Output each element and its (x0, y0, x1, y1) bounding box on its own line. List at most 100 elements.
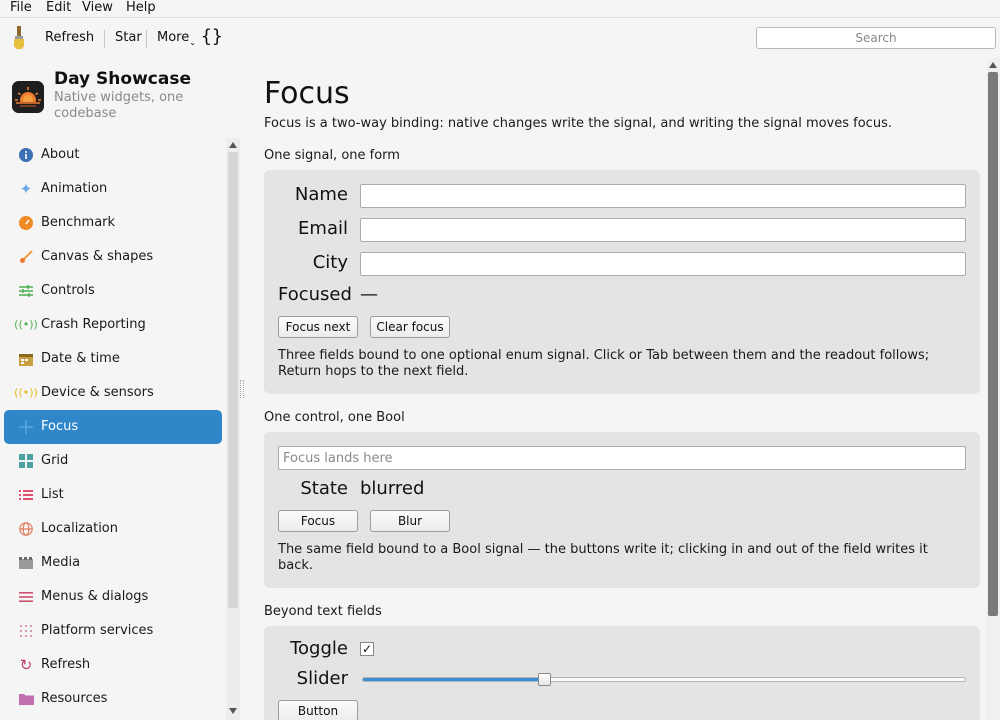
more-button[interactable]: More⌄ (157, 30, 196, 51)
sidebar: Day Showcase Native widgets, one codebas… (0, 58, 242, 720)
sidebar-item-list[interactable]: List (4, 478, 222, 512)
bool-note: The same field bound to a Bool signal — … (278, 542, 928, 573)
clear-focus-button[interactable]: Clear focus (370, 316, 450, 338)
focused-label: Focused (278, 284, 352, 305)
app-logo-icon (12, 81, 44, 113)
name-field[interactable] (360, 184, 966, 208)
slider-fill (363, 678, 544, 681)
slider-label: Slider (296, 668, 348, 689)
toggle-checkbox[interactable]: ✓ (360, 642, 374, 656)
paint-brush-icon[interactable] (10, 26, 28, 50)
sidebar-item-label: Date & time (41, 351, 120, 366)
sidebar-splitter-handle[interactable] (240, 380, 244, 398)
globe-icon (18, 521, 34, 537)
main-content: Focus Focus is a two-way binding: native… (248, 58, 986, 720)
sidebar-item-refresh[interactable]: ↻ Refresh (4, 648, 222, 682)
info-icon (18, 147, 34, 163)
sidebar-item-label: Crash Reporting (41, 317, 146, 332)
menu-edit[interactable]: Edit (46, 0, 71, 16)
focus-target-field[interactable] (278, 446, 966, 470)
app-title: Day Showcase (54, 69, 191, 89)
menu-help[interactable]: Help (126, 0, 156, 16)
refresh-icon: ↻ (19, 656, 33, 674)
sidebar-scroll-thumb[interactable] (228, 152, 238, 608)
section-title-form: One signal, one form (264, 148, 400, 163)
sidebar-item-label: Controls (41, 283, 95, 298)
plain-button[interactable]: Button (278, 700, 358, 720)
sidebar-item-label: Animation (41, 181, 108, 196)
sidebar-item-about[interactable]: About (4, 138, 222, 172)
crosshair-icon (18, 419, 34, 435)
calendar-icon (18, 351, 34, 367)
slider-track[interactable] (362, 673, 966, 686)
folder-icon (18, 691, 34, 707)
sidebar-item-label: Media (41, 555, 81, 570)
toggle-label: Toggle (290, 638, 348, 659)
scroll-up-icon[interactable] (989, 62, 997, 68)
main-scroll-thumb[interactable] (988, 72, 998, 616)
sidebar-item-label: Benchmark (41, 215, 116, 230)
sidebar-item-resources[interactable]: Resources (4, 682, 222, 716)
sidebar-item-label: Canvas & shapes (41, 249, 154, 264)
search-input[interactable] (756, 27, 996, 49)
sidebar-item-label: About (41, 147, 80, 162)
sidebar-item-benchmark[interactable]: Benchmark (4, 206, 222, 240)
focus-button[interactable]: Focus (278, 510, 358, 532)
sidebar-item-localization[interactable]: Localization (4, 512, 222, 546)
sidebar-item-label: Focus (41, 419, 79, 434)
scroll-down-icon[interactable] (229, 708, 237, 714)
sidebar-item-media[interactable]: Media (4, 546, 222, 580)
sidebar-item-menus-dialogs[interactable]: Menus & dialogs (4, 580, 222, 614)
menu-icon (18, 589, 34, 605)
sidebar-item-label: Device & sensors (41, 385, 154, 400)
sidebar-item-label: Refresh (41, 657, 91, 672)
sparkle-icon: ✦ (19, 180, 33, 198)
refresh-button[interactable]: Refresh (45, 30, 94, 46)
sidebar-scrollbar[interactable] (226, 138, 240, 720)
sidebar-item-label: Grid (41, 453, 69, 468)
page-title: Focus (264, 76, 350, 111)
sidebar-item-label: List (41, 487, 64, 502)
toolbar: Refresh Star More⌄ {} (0, 18, 1000, 58)
sidebar-item-canvas-shapes[interactable]: Canvas & shapes (4, 240, 222, 274)
dots-grid-icon (18, 623, 34, 639)
toolbar-separator (104, 30, 105, 48)
main-scrollbar[interactable] (986, 58, 1000, 720)
email-field[interactable] (360, 218, 966, 242)
slider-handle[interactable] (537, 673, 551, 686)
bool-card: State blurred Focus Blur The same field … (264, 432, 980, 588)
menu-file[interactable]: File (10, 0, 32, 16)
sidebar-item-platform-services[interactable]: Platform services (4, 614, 222, 648)
menu-bar: File Edit View Help (0, 0, 1000, 18)
city-field[interactable] (360, 252, 966, 276)
sidebar-item-grid[interactable]: Grid (4, 444, 222, 478)
sidebar-item-label: Resources (41, 691, 108, 706)
star-button[interactable]: Star (115, 30, 142, 46)
brush-icon (18, 249, 34, 265)
chevron-down-icon: ⌄ (189, 38, 196, 47)
sidebar-item-controls[interactable]: Controls (4, 274, 222, 308)
name-label: Name (294, 184, 348, 205)
section-title-beyond: Beyond text fields (264, 604, 382, 619)
scroll-up-icon[interactable] (229, 142, 237, 148)
list-icon (18, 487, 34, 503)
form-note: Three fields bound to one optional enum … (278, 348, 930, 379)
sidebar-item-date-time[interactable]: Date & time (4, 342, 222, 376)
sidebar-item-device-sensors[interactable]: ((•)) Device & sensors (4, 376, 222, 410)
city-label: City (312, 252, 348, 273)
film-icon (18, 555, 34, 571)
sidebar-item-animation[interactable]: ✦ Animation (4, 172, 222, 206)
beyond-card: Toggle ✓ Slider Button (264, 626, 980, 720)
sidebar-item-focus[interactable]: Focus (4, 410, 222, 444)
sliders-icon (18, 283, 34, 299)
sidebar-item-crash-reporting[interactable]: ((•)) Crash Reporting (4, 308, 222, 342)
sidebar-nav: About ✦ Animation Benchmark Canvas & sha… (4, 138, 222, 716)
focus-next-button[interactable]: Focus next (278, 316, 358, 338)
email-label: Email (298, 218, 348, 239)
braces-icon[interactable]: {} (201, 26, 223, 48)
blur-button[interactable]: Blur (370, 510, 450, 532)
menu-view[interactable]: View (82, 0, 113, 16)
sidebar-item-label: Menus & dialogs (41, 589, 149, 604)
state-value: blurred (360, 478, 425, 499)
grid-icon (18, 453, 34, 469)
